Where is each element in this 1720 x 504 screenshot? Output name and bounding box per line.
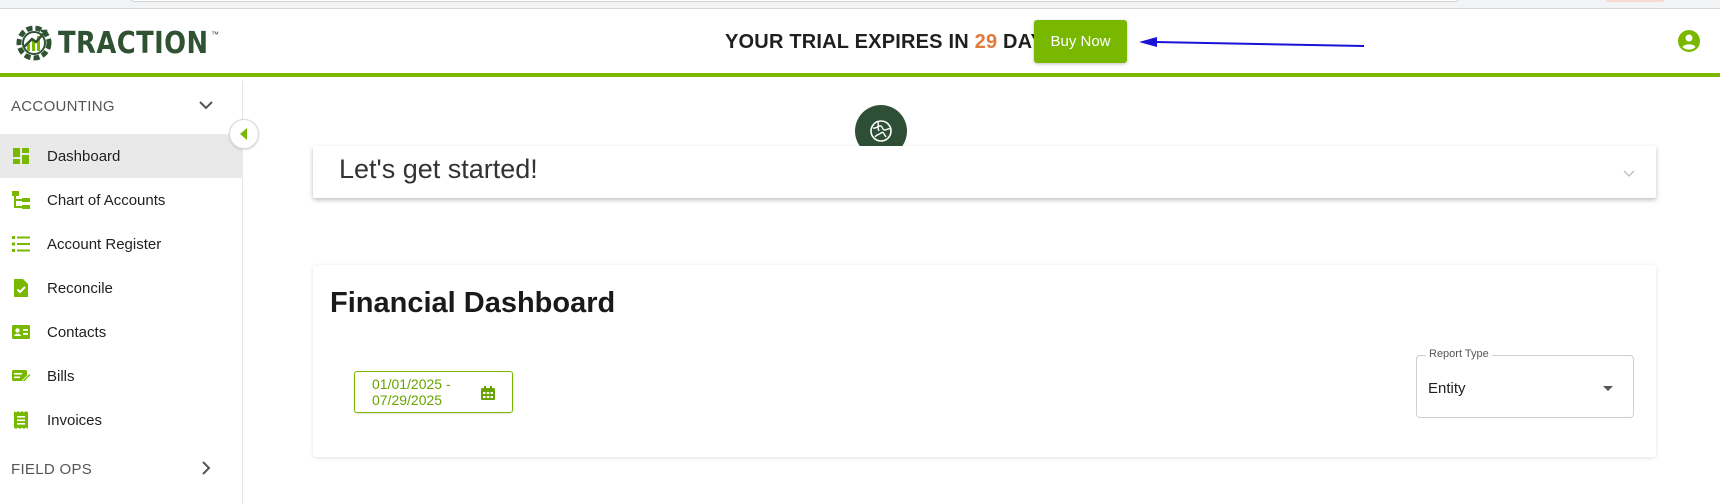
getting-started-title: Let's get started! (339, 154, 538, 184)
sidebar-item-reconcile[interactable]: Reconcile (0, 266, 243, 310)
account-icon[interactable] (1677, 29, 1701, 53)
receipt-icon (14, 411, 28, 429)
sidebar-item-label: Account Register (47, 235, 162, 253)
traction-logo[interactable]: TRACTION ™ (14, 23, 219, 63)
section-label-field-ops: FIELD OPS (11, 460, 93, 478)
date-range-button[interactable]: 01/01/2025 - 07/29/2025 (354, 371, 513, 413)
list-icon (12, 236, 30, 252)
trial-banner: YOUR TRIAL EXPIRES IN 29 DAYS (725, 31, 1058, 54)
sidebar-item-invoices[interactable]: Invoices (0, 398, 243, 442)
buy-now-button[interactable]: Buy Now (1034, 20, 1127, 63)
trial-prefix: YOUR TRIAL EXPIRES IN (725, 31, 975, 53)
sidebar-item-dashboard[interactable]: Dashboard (0, 134, 243, 178)
dashboard-icon (13, 148, 29, 164)
report-type-value: Entity (1428, 380, 1466, 397)
annotation-arrow (1139, 37, 1365, 47)
page-title: Financial Dashboard (330, 287, 616, 319)
sidebar-item-label: Contacts (47, 323, 107, 341)
sidebar-item-chart-of-accounts[interactable]: Chart of Accounts (0, 178, 243, 222)
tree-icon (12, 191, 30, 209)
sidebar-item-label: Chart of Accounts (47, 191, 166, 209)
doc-check-icon (14, 279, 28, 297)
dropdown-caret-icon (1603, 386, 1613, 391)
sidebar-item-account-register[interactable]: Account Register (0, 222, 243, 266)
globe-icon (870, 120, 892, 142)
sidebar-item-bills[interactable]: Bills (0, 354, 243, 398)
logo-gear-icon (16, 25, 52, 61)
sidebar-item-label: Bills (47, 367, 75, 385)
section-label-accounting: ACCOUNTING (11, 97, 115, 115)
logo-wordmark: TRACTION (58, 25, 209, 61)
chevron-down-icon[interactable] (1622, 166, 1636, 180)
contact-card-icon (12, 325, 30, 339)
caret-left-icon (240, 128, 247, 140)
financial-dashboard-card: Financial Dashboard 01/01/2025 - 07/29/2… (313, 265, 1656, 457)
sidebar: ACCOUNTING Dashboard Chart of Accounts A… (0, 81, 243, 504)
chevron-right-icon (202, 461, 211, 475)
sidebar-item-label: Dashboard (47, 147, 121, 165)
browser-extension-button[interactable] (1605, 0, 1665, 2)
address-bar[interactable] (130, 0, 1460, 2)
sidebar-item-contacts[interactable]: Contacts (0, 310, 243, 354)
browser-strip (0, 0, 1720, 9)
top-header: TRACTION ™ YOUR TRIAL EXPIRES IN 29 DAYS… (0, 9, 1720, 77)
sidebar-section-field-ops[interactable]: FIELD OPS (0, 447, 243, 491)
calendar-icon (481, 386, 495, 400)
sidebar-item-label: Invoices (47, 411, 103, 429)
sidebar-collapse-button[interactable] (229, 119, 259, 149)
logo-trademark: ™ (211, 29, 220, 39)
sidebar-section-accounting[interactable]: ACCOUNTING (0, 84, 243, 128)
getting-started-panel[interactable]: Let's get started! (313, 146, 1656, 198)
sidebar-item-label: Reconcile (47, 279, 113, 297)
bill-icon (12, 370, 31, 383)
chevron-down-icon (199, 101, 213, 110)
trial-days-count: 29 (974, 31, 998, 53)
report-type-label: Report Type (1426, 348, 1492, 360)
report-type-select[interactable]: Report Type Entity (1416, 348, 1634, 418)
